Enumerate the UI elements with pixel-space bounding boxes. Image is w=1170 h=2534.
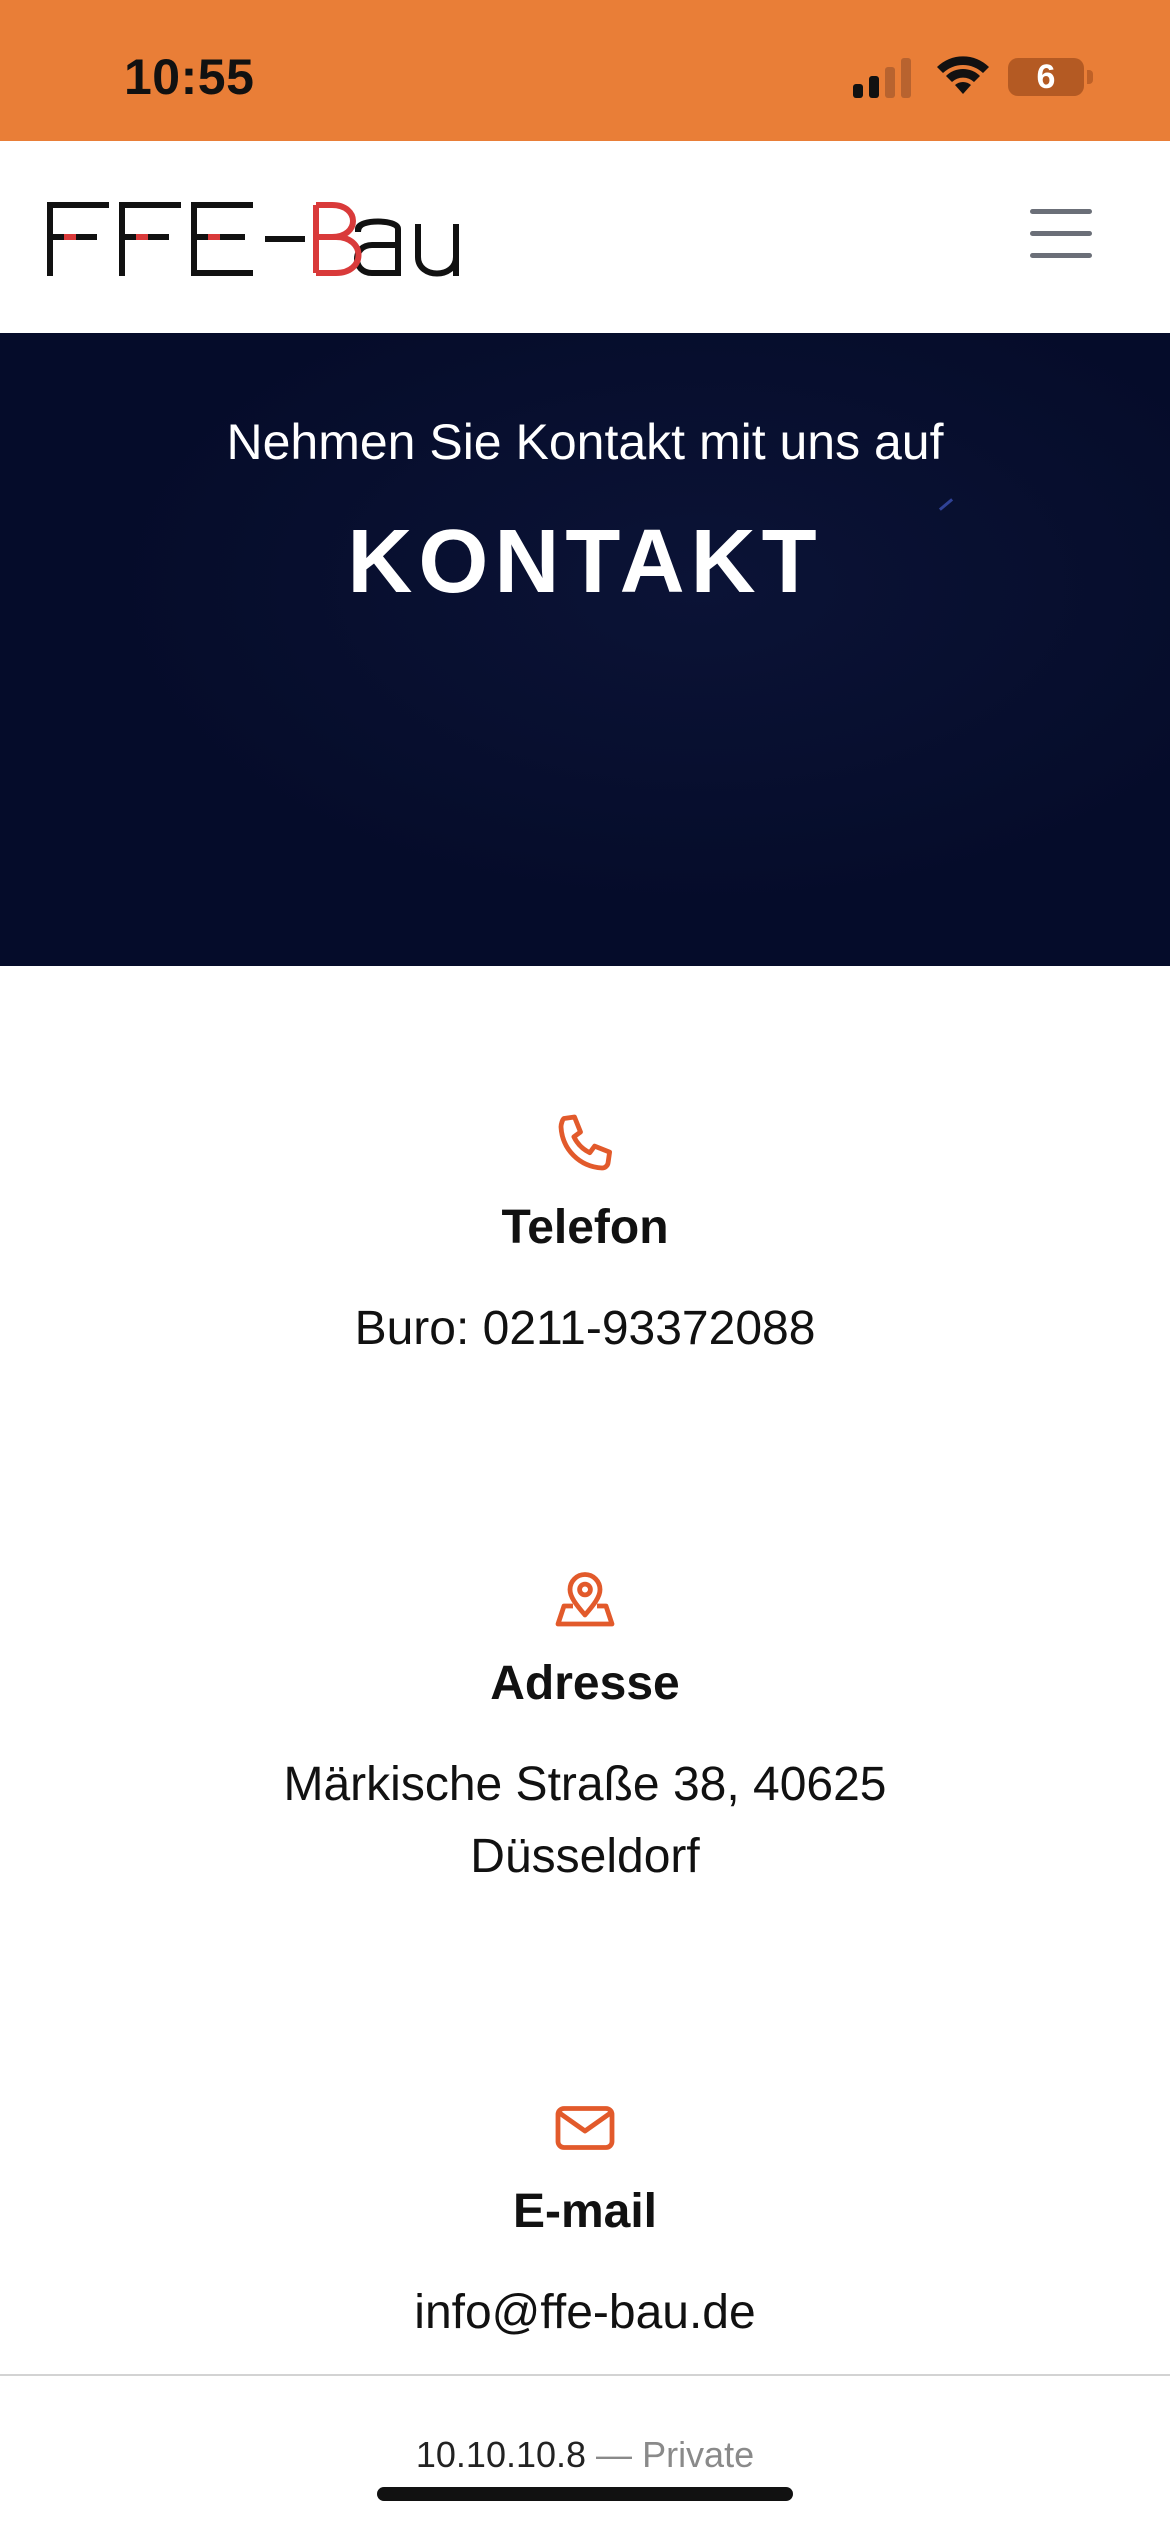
hamburger-icon-bar	[1030, 209, 1092, 214]
cellular-signal-icon	[853, 58, 911, 98]
site-header	[0, 141, 1170, 333]
phone-icon	[558, 1114, 612, 1171]
contact-email: E-mail info@ffe-bau.de	[0, 2092, 1170, 2349]
decorative-streak	[938, 498, 954, 511]
hamburger-icon-bar	[1030, 231, 1092, 236]
wifi-icon	[937, 56, 989, 94]
phone-number-link[interactable]: Buro: 0211-93372088	[235, 1293, 935, 1365]
status-bar: 10:55 6	[0, 0, 1170, 141]
address-heading: Adresse	[490, 1657, 680, 1710]
url-host: 10.10.10.8	[415, 2434, 587, 2475]
private-mode-label: Private	[642, 2434, 755, 2475]
hamburger-icon-bar	[1030, 253, 1092, 258]
contact-address: Adresse Märkische Straße 38, 40625 Düsse…	[0, 1564, 1170, 1893]
status-time: 10:55	[124, 49, 255, 105]
page-title: KONTAKT	[347, 512, 823, 612]
hero-banner: Nehmen Sie Kontakt mit uns auf KONTAKT	[0, 333, 1170, 966]
url-separator: —	[596, 2434, 633, 2475]
hero-subtitle: Nehmen Sie Kontakt mit uns auf	[226, 414, 944, 470]
map-pin-icon	[555, 1572, 615, 1627]
url-display[interactable]: 10.10.10.8 — Private	[0, 2434, 1170, 2476]
phone-heading: Telefon	[501, 1201, 669, 1254]
battery-tip	[1087, 70, 1093, 84]
battery-level: 6	[1036, 57, 1056, 96]
hamburger-menu-button[interactable]	[1030, 209, 1092, 265]
contact-phone: Telefon Buro: 0211-93372088	[0, 1108, 1170, 1365]
battery-icon: 6	[1008, 58, 1084, 96]
home-indicator[interactable]	[377, 2487, 793, 2501]
email-link[interactable]: info@ffe-bau.de	[235, 2277, 935, 2349]
address-text: Märkische Straße 38, 40625 Düsseldorf	[283, 1758, 887, 1883]
mail-icon	[555, 2106, 615, 2150]
email-heading: E-mail	[512, 2185, 658, 2238]
browser-address-bar[interactable]: 10.10.10.8 — Private	[0, 2374, 1170, 2534]
ffe-bau-logo[interactable]	[46, 199, 494, 277]
